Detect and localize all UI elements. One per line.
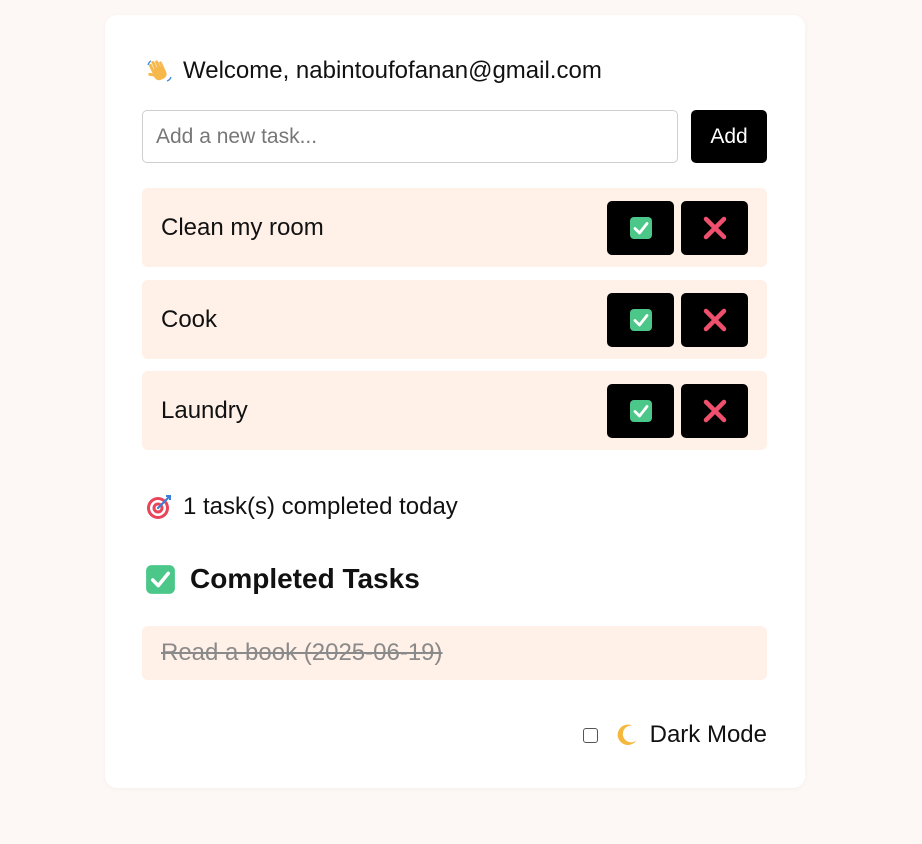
delete-task-button[interactable] <box>681 293 748 347</box>
completed-tasks-heading: Completed Tasks <box>145 563 420 595</box>
add-task-button[interactable]: Add <box>691 110 767 163</box>
completed-count-text: 1 task(s) completed today <box>183 493 458 520</box>
todo-card: Welcome, nabintoufofanan@gmail.com Add C… <box>105 15 805 788</box>
dark-mode-label: Dark Mode <box>649 721 767 748</box>
complete-task-button[interactable] <box>607 201 674 255</box>
completed-task-item: Read a book (2025-06-19) <box>142 626 767 680</box>
delete-task-button[interactable] <box>681 384 748 438</box>
welcome-text: Welcome, nabintoufofanan@gmail.com <box>183 57 602 84</box>
complete-task-button[interactable] <box>607 384 674 438</box>
welcome-header: Welcome, nabintoufofanan@gmail.com <box>145 57 602 85</box>
cross-mark-icon <box>703 216 726 240</box>
waving-hand-icon <box>145 57 173 85</box>
task-label: Laundry <box>161 397 248 424</box>
task-item: Cook <box>142 280 767 359</box>
cross-mark-icon <box>703 308 726 332</box>
check-mark-icon <box>145 564 176 595</box>
new-task-input[interactable] <box>142 110 678 163</box>
completed-count: 1 task(s) completed today <box>145 493 458 521</box>
cross-mark-icon <box>703 399 726 423</box>
completed-task-label: Read a book (2025-06-19) <box>161 639 443 666</box>
task-label: Clean my room <box>161 214 324 241</box>
task-item: Clean my room <box>142 188 767 267</box>
target-icon <box>145 493 173 521</box>
task-item: Laundry <box>142 371 767 450</box>
delete-task-button[interactable] <box>681 201 748 255</box>
complete-task-button[interactable] <box>607 293 674 347</box>
task-label: Cook <box>161 306 218 333</box>
crescent-moon-icon <box>614 722 640 748</box>
check-mark-icon <box>629 309 652 331</box>
dark-mode-toggle[interactable]: Dark Mode <box>582 721 767 749</box>
dark-mode-checkbox[interactable] <box>582 727 598 743</box>
check-mark-icon <box>629 217 652 239</box>
check-mark-icon <box>629 400 652 422</box>
completed-heading-text: Completed Tasks <box>190 563 420 594</box>
